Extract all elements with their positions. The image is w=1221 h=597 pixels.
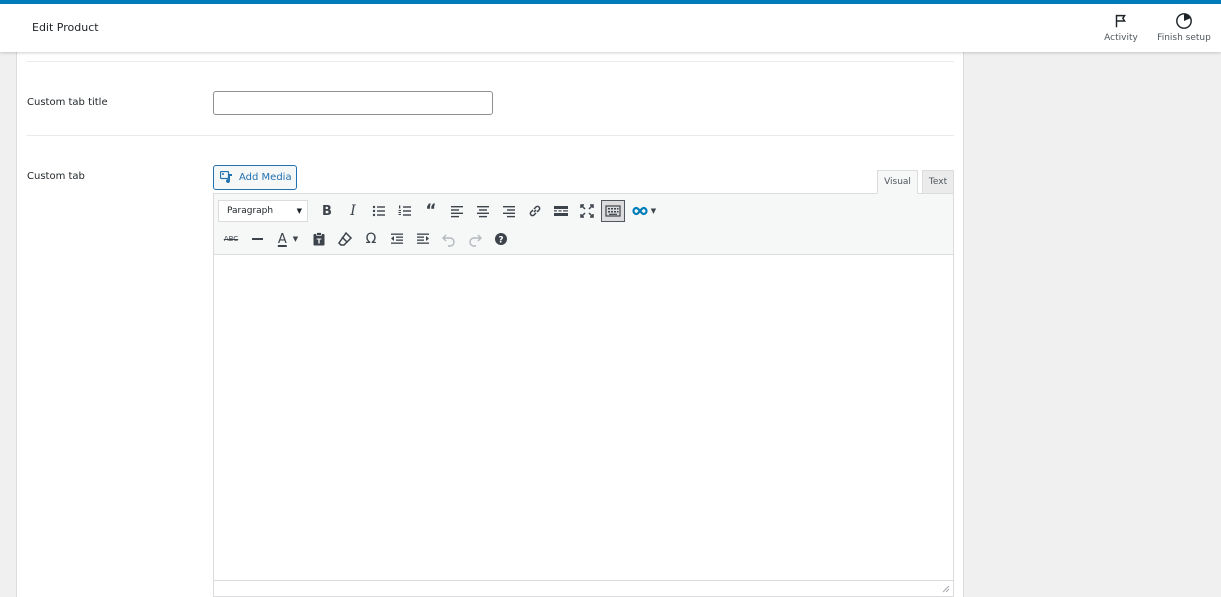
fullscreen-button[interactable]	[574, 199, 600, 223]
bold-button[interactable]: B	[314, 199, 340, 223]
media-icon	[220, 171, 232, 184]
custom-tab-title-input[interactable]	[213, 91, 493, 115]
bullet-list-icon	[372, 205, 385, 217]
shortcode-dropdown-button[interactable]: ▼	[626, 199, 662, 223]
progress-circle-icon	[1176, 13, 1192, 29]
indent-icon	[417, 233, 429, 244]
activity-label: Activity	[1104, 33, 1138, 43]
special-character-button[interactable]: Ω	[358, 227, 384, 251]
undo-button[interactable]	[436, 227, 462, 251]
format-select-value: Paragraph	[227, 206, 274, 216]
numbered-list-icon	[398, 205, 411, 216]
align-left-button[interactable]	[444, 199, 470, 223]
rich-text-editor: Paragraph ▼ B I “ ▼ ABC A ▼ T Ω ?	[213, 193, 954, 597]
redo-icon	[469, 234, 482, 247]
read-more-button[interactable]	[548, 199, 574, 223]
tab-visual[interactable]: Visual	[877, 170, 918, 194]
clear-formatting-button[interactable]	[332, 227, 358, 251]
infinity-icon	[632, 206, 648, 216]
align-center-icon	[477, 206, 489, 218]
undo-icon	[442, 234, 455, 247]
page-title: Edit Product	[32, 21, 99, 34]
redo-button[interactable]	[462, 227, 488, 251]
insert-link-button[interactable]	[522, 199, 548, 223]
chevron-down-icon: ▼	[650, 207, 657, 215]
editor-toolbar: Paragraph ▼ B I “ ▼ ABC A ▼ T Ω ?	[214, 194, 953, 255]
indent-button[interactable]	[410, 227, 436, 251]
format-select[interactable]: Paragraph ▼	[218, 200, 308, 222]
help-button[interactable]: ?	[488, 227, 514, 251]
align-center-button[interactable]	[470, 199, 496, 223]
help-icon: ?	[495, 233, 507, 245]
divider	[27, 61, 954, 62]
text-color-button[interactable]: A ▼	[270, 227, 306, 251]
keyboard-icon	[605, 205, 621, 217]
omega-icon: Ω	[365, 231, 377, 247]
align-left-icon	[451, 206, 463, 218]
activity-button[interactable]: Activity	[1086, 12, 1156, 43]
top-bar: Edit Product Activity Finish setup	[0, 0, 1221, 52]
fullscreen-icon	[580, 204, 594, 218]
flag-icon	[1115, 14, 1126, 28]
add-media-button[interactable]: Add Media	[213, 165, 297, 190]
eraser-icon	[338, 231, 353, 246]
paste-text-button[interactable]: T	[306, 227, 332, 251]
outdent-button[interactable]	[384, 227, 410, 251]
horizontal-line-button[interactable]	[244, 227, 270, 251]
toolbar-toggle-button[interactable]	[601, 200, 625, 222]
finish-setup-button[interactable]: Finish setup	[1149, 12, 1219, 43]
bullet-list-button[interactable]	[366, 199, 392, 223]
blockquote-button[interactable]: “	[418, 199, 444, 223]
finish-setup-label: Finish setup	[1157, 33, 1211, 43]
align-right-button[interactable]	[496, 199, 522, 223]
outdent-icon	[391, 233, 403, 244]
product-data-panel: Custom tab title Custom tab Add Media Vi…	[16, 0, 964, 597]
chevron-down-icon: ▼	[296, 207, 302, 215]
bold-icon: B	[322, 203, 332, 219]
text-color-icon: A	[277, 231, 287, 247]
custom-tab-label: Custom tab	[27, 171, 85, 182]
divider	[27, 135, 954, 136]
strikethrough-button[interactable]: ABC	[218, 227, 244, 251]
read-more-icon	[554, 206, 568, 216]
clipboard-icon: T	[313, 232, 325, 246]
italic-icon: I	[350, 203, 356, 219]
svg-text:?: ?	[498, 235, 503, 245]
italic-button[interactable]: I	[340, 199, 366, 223]
tab-text[interactable]: Text	[922, 170, 954, 194]
custom-tab-title-label: Custom tab title	[27, 97, 108, 108]
add-media-label: Add Media	[239, 172, 292, 183]
align-right-icon	[503, 206, 515, 218]
numbered-list-button[interactable]	[392, 199, 418, 223]
editor-content-area[interactable]	[214, 255, 953, 581]
svg-text:T: T	[317, 238, 322, 246]
quote-icon: “	[425, 200, 437, 221]
strikethrough-icon: ABC	[223, 235, 239, 243]
editor-statusbar	[214, 580, 953, 596]
horizontal-line-icon	[251, 238, 263, 240]
chevron-down-icon: ▼	[292, 235, 299, 243]
link-icon	[529, 205, 541, 217]
resize-handle-icon[interactable]	[942, 585, 950, 593]
